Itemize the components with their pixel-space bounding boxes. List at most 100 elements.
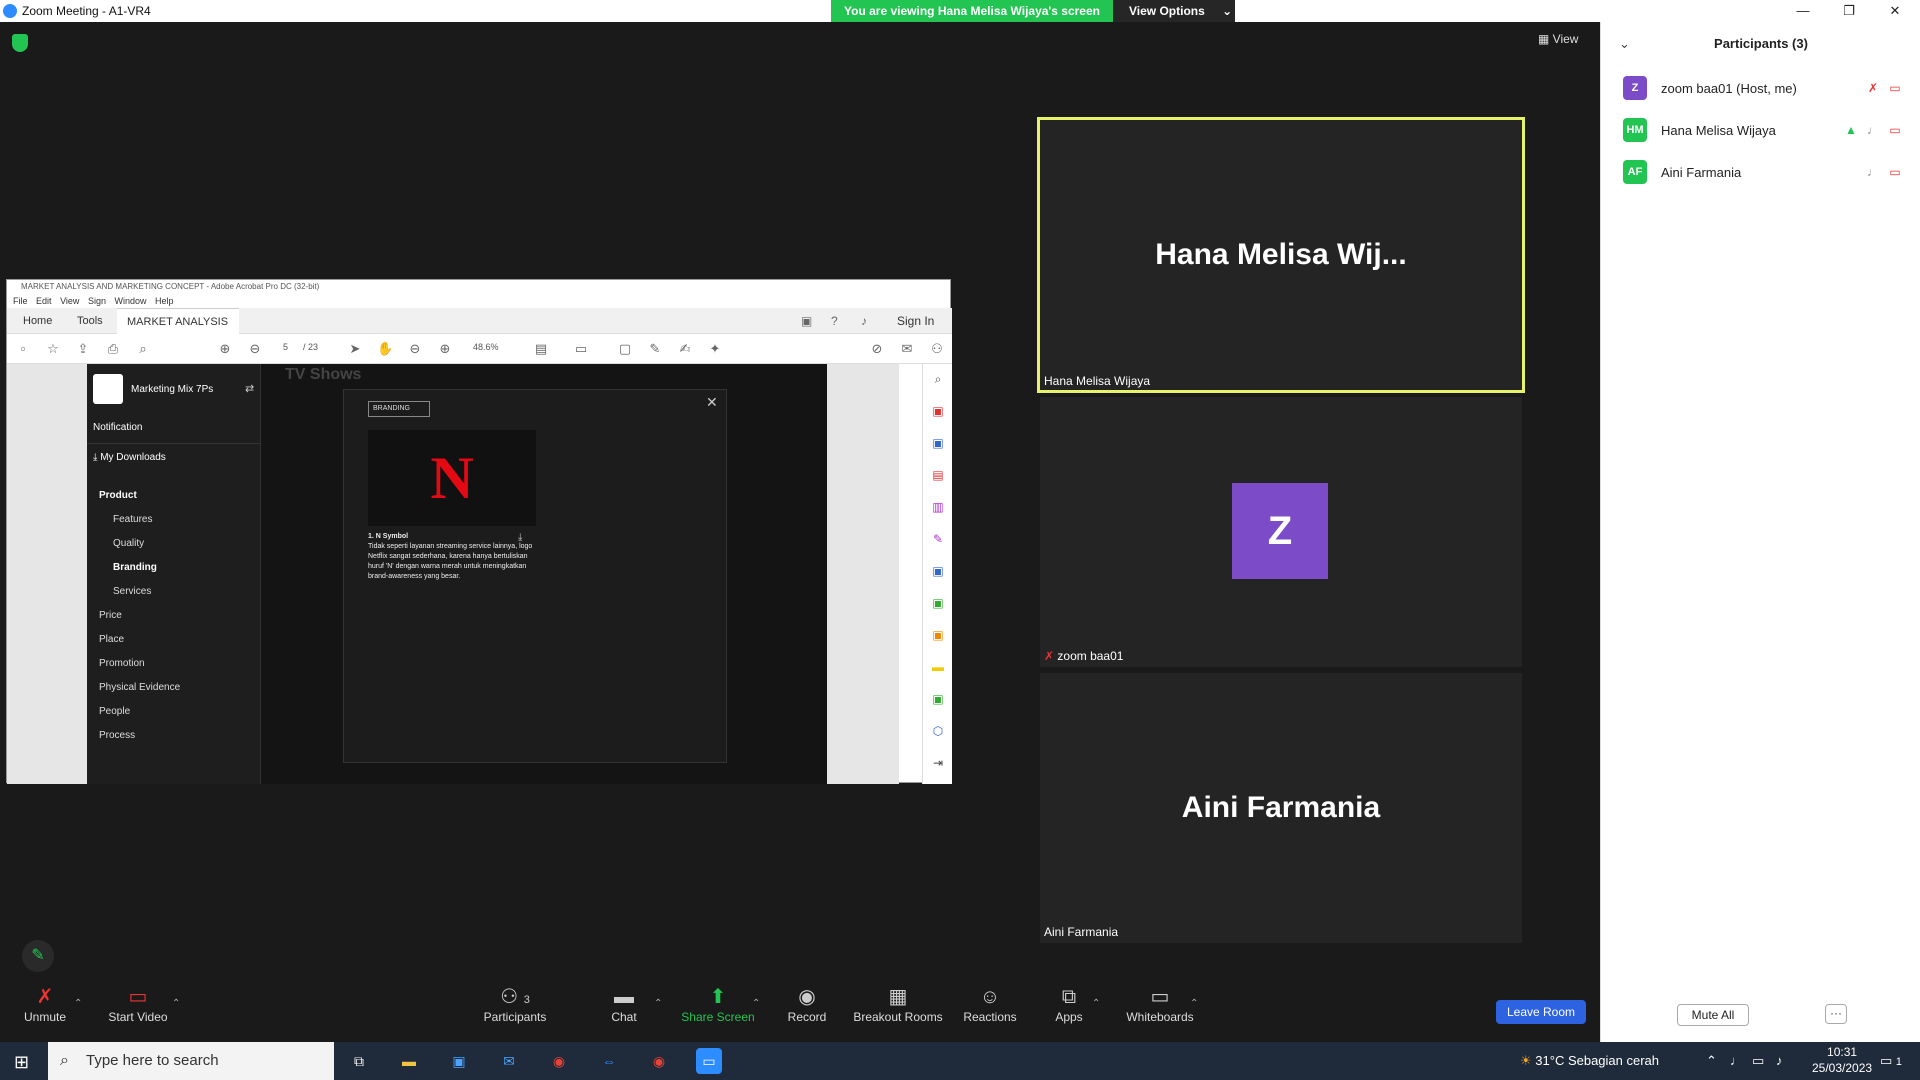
mail-icon[interactable]: ✉: [496, 1048, 522, 1074]
document-viewport[interactable]: TV Shows Marketing Mix 7Ps ⇄ Notificatio…: [7, 364, 899, 784]
compress-icon[interactable]: ▣: [929, 594, 947, 612]
task-view-icon[interactable]: ⧉: [346, 1048, 372, 1074]
page-layout-icon[interactable]: ▤: [533, 341, 549, 357]
help-icon[interactable]: ?: [831, 314, 838, 328]
tray-mic-icon[interactable]: ♩: [1730, 1042, 1743, 1080]
comment-panel-icon[interactable]: ▬: [929, 658, 947, 676]
mic-icon[interactable]: ♩: [1865, 122, 1881, 138]
close-button[interactable]: ✕: [1872, 0, 1918, 22]
measure-icon[interactable]: ▭: [573, 341, 589, 357]
tile-hana[interactable]: Hana Melisa Wij... Hana Melisa Wijaya: [1037, 117, 1525, 393]
share-options-caret[interactable]: ⌃: [752, 998, 760, 1009]
chat-button[interactable]: ▬ Chat: [604, 982, 644, 1024]
protect-icon[interactable]: ▣: [929, 626, 947, 644]
search-icon[interactable]: ⌕: [135, 341, 151, 357]
create-pdf-icon[interactable]: ▣: [929, 434, 947, 452]
more-tools-icon[interactable]: ⬡: [929, 722, 947, 740]
chrome-icon[interactable]: ◉: [546, 1048, 572, 1074]
print-production-icon[interactable]: ▣: [929, 690, 947, 708]
upload-icon[interactable]: ⇪: [75, 341, 91, 357]
annotate-pencil-icon[interactable]: ✎: [22, 940, 54, 972]
clock[interactable]: 10:31 25/03/2023: [1812, 1044, 1872, 1076]
sign-in-button[interactable]: Sign In: [897, 314, 934, 328]
view-button[interactable]: ▦ View: [1538, 32, 1578, 46]
chat-options-caret[interactable]: ⌃: [654, 998, 662, 1009]
send-icon[interactable]: ▣: [929, 562, 947, 580]
menu-window[interactable]: Window: [114, 296, 146, 306]
muted-mic-icon[interactable]: ✗: [1865, 80, 1881, 96]
whiteboards-button[interactable]: ▭ Whiteboards: [1122, 982, 1198, 1024]
mic-icon[interactable]: ♩: [1865, 164, 1881, 180]
stamp-icon[interactable]: ✦: [707, 341, 723, 357]
mute-all-button[interactable]: Mute All: [1677, 1004, 1749, 1026]
video-options-caret[interactable]: ⌃: [172, 998, 180, 1009]
menu-edit[interactable]: Edit: [36, 296, 52, 306]
save-icon[interactable]: ▫: [15, 341, 31, 357]
audio-options-caret[interactable]: ⌃: [74, 998, 82, 1009]
tray-chevron-icon[interactable]: ⌃: [1706, 1042, 1717, 1080]
participants-button[interactable]: ⚇ 3 Participants: [480, 982, 550, 1024]
participant-row[interactable]: AF Aini Farmania ♩ ▭: [1601, 152, 1920, 192]
unmute-button[interactable]: ✗ Unmute: [20, 982, 70, 1024]
page-current[interactable]: 5: [283, 342, 288, 352]
link-icon[interactable]: ⊘: [869, 341, 885, 357]
windows-start-icon[interactable]: ⊞: [14, 1052, 29, 1073]
tab-tools[interactable]: Tools: [67, 308, 113, 334]
star-icon[interactable]: ☆: [45, 341, 61, 357]
chrome-profile-icon[interactable]: ◉: [646, 1048, 672, 1074]
restore-button[interactable]: ❐: [1826, 0, 1872, 22]
tab-home[interactable]: Home: [13, 308, 62, 334]
organize-icon[interactable]: ▤: [929, 466, 947, 484]
share-screen-button[interactable]: ⬆ Share Screen: [680, 982, 756, 1024]
network-icon[interactable]: ▭: [1752, 1042, 1764, 1080]
tile-aini[interactable]: Aini Farmania Aini Farmania: [1040, 673, 1522, 943]
start-video-button[interactable]: ▭ Start Video: [106, 982, 170, 1024]
edit-pdf-icon[interactable]: ▥: [929, 498, 947, 516]
zoom-level[interactable]: 48.6%: [473, 342, 499, 352]
comment-icon[interactable]: ▣: [801, 314, 812, 328]
store-icon[interactable]: ▣: [446, 1048, 472, 1074]
comment-tool-icon[interactable]: ▢: [617, 341, 633, 357]
menu-file[interactable]: File: [13, 296, 28, 306]
hand-icon[interactable]: ✋: [377, 341, 393, 357]
volume-icon[interactable]: ♪: [1776, 1042, 1783, 1080]
more-options-button[interactable]: ···: [1825, 1004, 1847, 1024]
print-icon[interactable]: ⎙: [105, 341, 121, 357]
reactions-button[interactable]: ☺ Reactions: [960, 982, 1020, 1024]
record-button[interactable]: ◉ Record: [784, 982, 830, 1024]
apps-options-caret[interactable]: ⌃: [1092, 998, 1100, 1009]
video-off-icon[interactable]: ▭: [1887, 122, 1903, 138]
security-shield-icon[interactable]: [12, 34, 28, 52]
fill-sign-icon[interactable]: ✎: [929, 530, 947, 548]
participant-row[interactable]: HM Hana Melisa Wijaya ▲ ♩ ▭: [1601, 110, 1920, 150]
video-off-icon[interactable]: ▭: [1887, 164, 1903, 180]
next-page-icon[interactable]: ⊖: [247, 341, 263, 357]
menu-view[interactable]: View: [60, 296, 79, 306]
collapse-panel-icon[interactable]: ⇥: [929, 754, 947, 772]
bell-icon[interactable]: ♪: [861, 314, 867, 328]
whiteboards-options-caret[interactable]: ⌃: [1190, 998, 1198, 1009]
zoom-taskbar-icon[interactable]: ▭: [696, 1048, 722, 1074]
breakout-rooms-button[interactable]: ▦ Breakout Rooms: [852, 982, 944, 1024]
mail-icon[interactable]: ✉: [899, 341, 915, 357]
select-cursor-icon[interactable]: ➤: [347, 341, 363, 357]
teamviewer-icon[interactable]: ⇔: [596, 1048, 622, 1074]
add-user-icon[interactable]: ⚇: [929, 341, 945, 357]
zoom-search-icon[interactable]: ⌕: [929, 370, 947, 388]
export-pdf-icon[interactable]: ▣: [929, 402, 947, 420]
file-explorer-icon[interactable]: ▬: [396, 1048, 422, 1074]
menu-help[interactable]: Help: [155, 296, 174, 306]
view-options-button[interactable]: View Options ⌄: [1113, 0, 1235, 22]
apps-button[interactable]: ⧉ Apps: [1054, 982, 1084, 1024]
notification-icon[interactable]: ▭ 1: [1880, 1042, 1902, 1080]
video-off-icon[interactable]: ▭: [1887, 80, 1903, 96]
sign-icon[interactable]: ✍: [677, 341, 693, 357]
pen-icon[interactable]: ✎: [647, 341, 663, 357]
leave-room-button[interactable]: Leave Room: [1496, 1000, 1586, 1024]
weather-widget[interactable]: ☀ 31°C Sebagian cerah: [1520, 1042, 1659, 1080]
menu-sign[interactable]: Sign: [88, 296, 106, 306]
minimize-button[interactable]: —: [1780, 0, 1826, 22]
participant-row[interactable]: Z zoom baa01 (Host, me) ✗ ▭: [1601, 68, 1920, 108]
tab-document[interactable]: MARKET ANALYSIS ... ✕: [117, 308, 239, 354]
zoom-out-icon[interactable]: ⊖: [407, 341, 423, 357]
